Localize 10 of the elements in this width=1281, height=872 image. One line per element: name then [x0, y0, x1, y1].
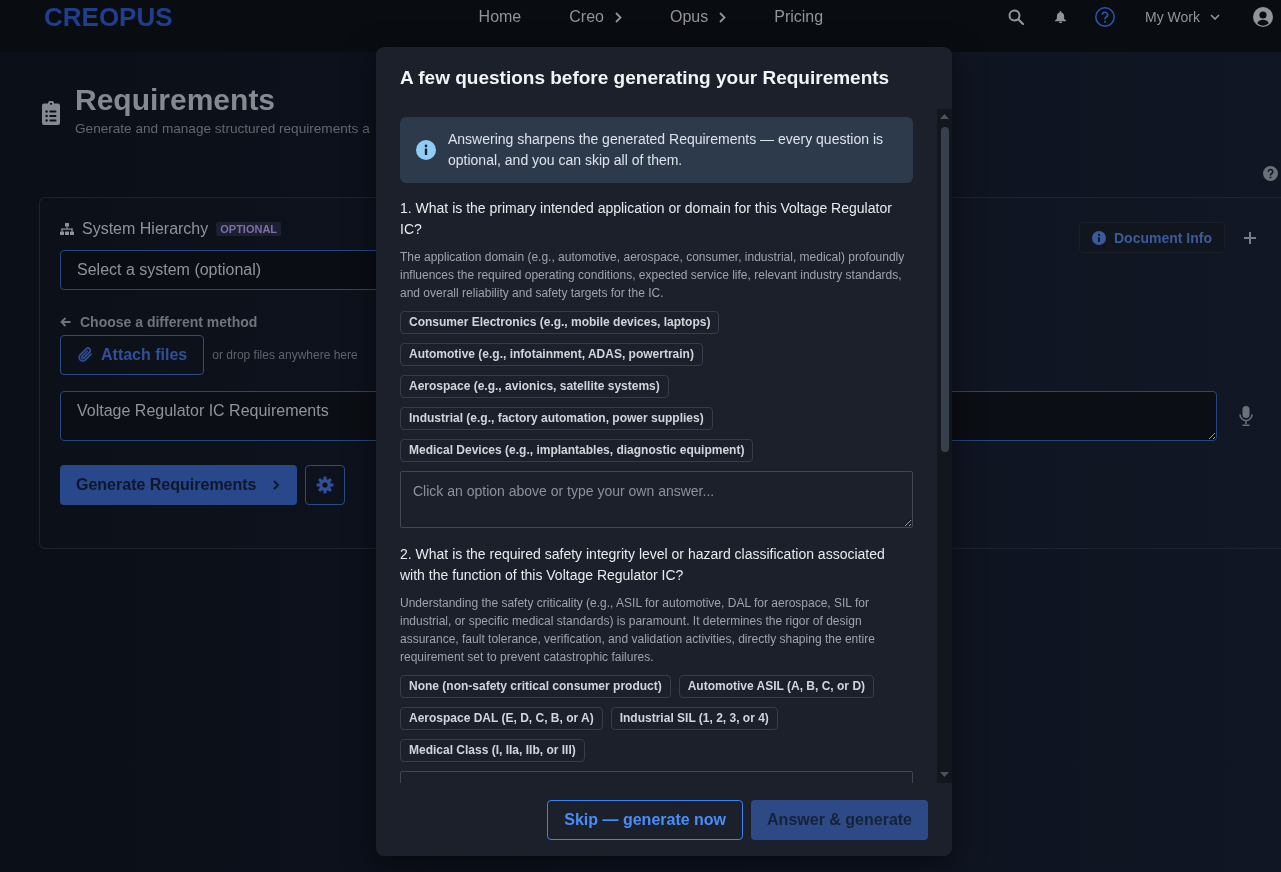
info-text: Answering sharpens the generated Requirements — every question is optional, and you can skip all of them.: [448, 130, 885, 170]
page-subtitle: Generate and manage structured requirements a: [75, 120, 370, 138]
question-text: 1. What is the primary intended application or domain for this Voltage Regulator IC?: [400, 199, 893, 239]
page-title: Requirements: [75, 82, 277, 118]
dialog-title: A few questions before generating your Requirements: [399, 66, 891, 90]
optional-badge: OPTIONAL: [216, 222, 282, 236]
question-description: Understanding the safety criticality (e.g., ASIL for automotive, DAL for aerospace, SIL for industrial, or specific medical standards) is paramount. It determines the rigor of design assurance, fault tolerance, verification, and validation activities, directly shaping the entire requirement set to prevent catastrophic failures.: [400, 595, 876, 666]
drop-hint: or drop files anywhere here: [212, 348, 358, 362]
field-label: System Hierarchy: [82, 219, 209, 239]
question-text: 2. What is the required safety integrity level or hazard classification associated with the function of this Voltage Regulator IC?: [400, 545, 886, 585]
